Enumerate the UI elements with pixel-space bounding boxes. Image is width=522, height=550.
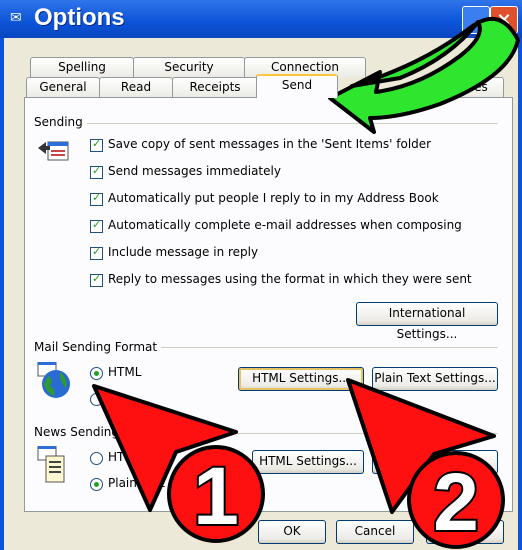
reply-format-checkbox[interactable] [90,272,103,287]
save-copy-checkbox[interactable] [90,137,103,152]
news-format-label: News Sending F [34,425,134,439]
mail-plain-settings-button[interactable]: Plain Text Settings... [372,367,498,391]
help-button[interactable] [462,6,490,34]
news-plain-label: Plain Text [108,476,165,490]
auto-address-book-checkbox[interactable] [90,191,103,206]
reply-format-label: Reply to messages using the format in wh… [108,272,472,286]
send-immediately-checkbox[interactable] [90,164,103,179]
tab-label: Send [281,78,313,92]
tab-signatures[interactable]: es [458,77,504,97]
ok-button[interactable]: OK [258,520,326,544]
outbox-icon [38,141,69,161]
tab-label: Connection [271,60,339,74]
tab-receipts[interactable]: Receipts [172,77,258,97]
options-icon: ✉ [10,10,22,26]
sending-label: Sending [34,115,87,129]
auto-complete-label: Automatically complete e-mail addresses … [108,218,462,232]
tab-spelling[interactable]: Spelling [30,57,134,77]
tab-label: Read [120,80,152,94]
mail-html-radio[interactable] [90,367,103,380]
mail-plain-label: P [108,391,116,405]
international-settings-button[interactable]: International Settings... [356,302,498,341]
tab-general[interactable]: General [26,77,100,97]
window-title: Options [34,4,125,31]
section-divider [156,347,498,348]
title-bar: ✉ Options × [0,0,522,38]
include-message-label: Include message in reply [108,245,259,259]
tab-label: Security [164,60,214,74]
news-html-settings-button[interactable]: HTML Settings... [252,450,364,474]
auto-complete-checkbox[interactable] [90,218,103,233]
tab-label: General [39,80,87,94]
tab-label: es [474,80,488,94]
news-plain-radio[interactable] [90,478,103,491]
window-frame-right [518,38,522,550]
section-divider [156,433,498,434]
auto-address-book-label: Automatically put people I reply to in m… [108,191,439,205]
mail-html-label: HTML [108,365,142,379]
news-html-radio[interactable] [90,452,103,465]
mail-html-settings-button[interactable]: HTML Settings... [238,367,364,391]
apply-button[interactable] [426,520,504,544]
globe-icon [37,362,70,398]
tab-read[interactable]: Read [99,77,173,97]
tab-label: Spelling [58,60,106,74]
news-plain-settings-button[interactable]: Plain Text [372,450,498,474]
cancel-button[interactable]: Cancel [336,520,414,544]
newsgroup-icon [37,446,65,483]
save-copy-label: Save copy of sent messages in the 'Sent … [108,137,432,151]
window-frame-left [0,38,4,550]
news-html-label: HTM [108,450,135,464]
options-dialog: ✉ Options × Spelling Security Connection… [0,0,522,550]
tab-send[interactable]: Send [256,74,338,98]
tab-label: Receipts [189,80,241,94]
mail-format-label: Mail Sending Format [34,340,162,354]
include-message-checkbox[interactable] [90,245,103,260]
send-immediately-label: Send messages immediately [108,164,281,178]
tab-security[interactable]: Security [133,57,245,77]
mail-plain-radio[interactable] [90,393,103,406]
close-button[interactable]: × [490,6,518,34]
section-divider [86,123,498,124]
